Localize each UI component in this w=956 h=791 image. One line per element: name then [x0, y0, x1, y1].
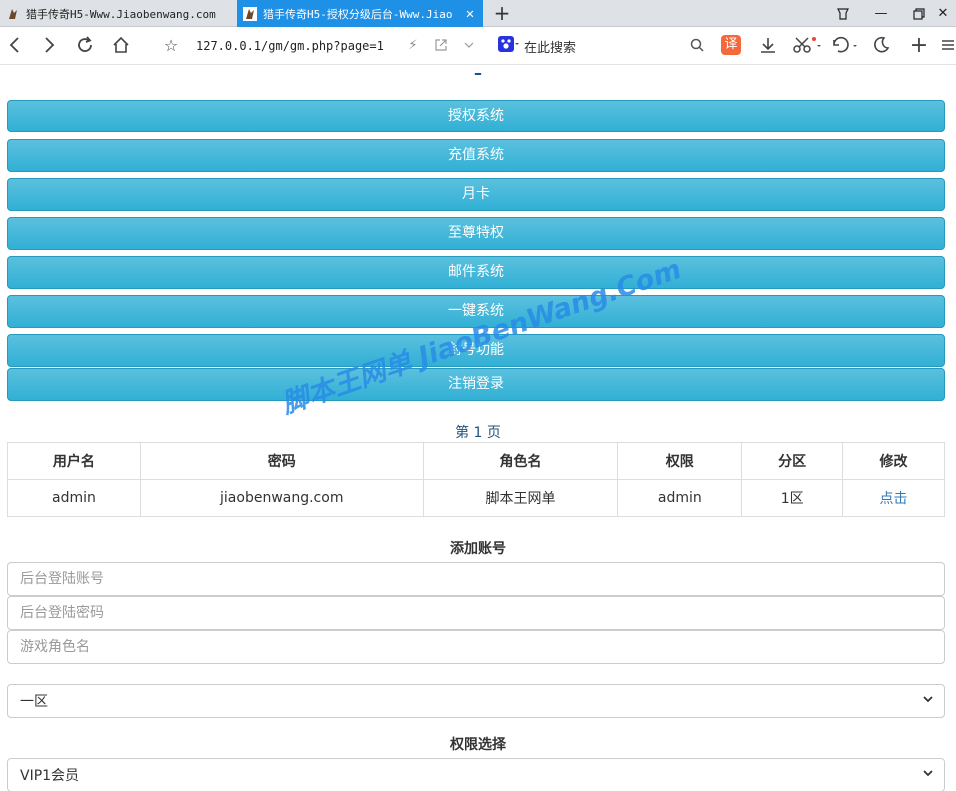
chevron-down-icon: [922, 693, 934, 709]
tab-bar: 猎手传奇H5-Www.Jiaobenwang.com 猎手传奇H5-授权分级后台…: [0, 0, 956, 27]
share-icon[interactable]: [428, 32, 454, 58]
zone-select-value: 一区: [20, 694, 48, 710]
add-icon[interactable]: +: [906, 32, 932, 58]
page-content: 授权系统 充值系统 月卡 至尊特权 邮件系统 一键系统 封号功能 注销登录 第 …: [0, 65, 956, 791]
bookmark-star-icon[interactable]: ☆: [158, 32, 184, 58]
paw-search-engine-icon[interactable]: [498, 36, 520, 56]
menu-button-supreme-privilege[interactable]: 至尊特权: [7, 217, 945, 250]
password-input[interactable]: [7, 596, 945, 630]
chevron-down-icon: [922, 767, 934, 783]
night-mode-moon-icon[interactable]: [868, 32, 894, 58]
chevron-down-icon[interactable]: [456, 32, 482, 58]
cell-edit: 点击: [842, 479, 945, 517]
browser-toolbar: ☆ 127.0.0.1/gm/gm.php?page=1 ⚡ 在此搜索 译 +: [0, 27, 956, 65]
menu-button-recharge[interactable]: 充值系统: [7, 139, 945, 172]
search-input[interactable]: 在此搜索: [524, 37, 576, 56]
page-indicator[interactable]: 第 1 页: [0, 422, 956, 442]
cell-permission: admin: [617, 479, 743, 517]
forward-icon[interactable]: [36, 32, 62, 58]
close-tab-icon[interactable]: ✕: [463, 6, 477, 22]
accounts-table: 用户名 密码 角色名 权限 分区 修改 admin jiaobenwang.co…: [7, 442, 945, 517]
lightning-icon[interactable]: ⚡: [400, 32, 426, 58]
menu-button-monthly-card[interactable]: 月卡: [7, 178, 945, 211]
close-window-icon[interactable]: ✕: [930, 0, 956, 27]
undo-icon[interactable]: [828, 32, 862, 58]
reload-icon[interactable]: [72, 32, 98, 58]
cell-password: jiaobenwang.com: [139, 479, 424, 517]
menu-button-logout[interactable]: 注销登录: [7, 368, 945, 401]
screenshot-scissors-icon[interactable]: [790, 32, 824, 58]
column-header-username: 用户名: [7, 442, 141, 480]
menu-button-one-click[interactable]: 一键系统: [7, 295, 945, 328]
minimize-icon[interactable]: —: [862, 0, 900, 27]
address-bar[interactable]: 127.0.0.1/gm/gm.php?page=1: [196, 36, 384, 56]
table-header-row: 用户名 密码 角色名 权限 分区 修改: [7, 442, 945, 480]
column-header-role: 角色名: [422, 442, 619, 480]
translate-icon[interactable]: 译: [718, 32, 744, 58]
back-icon[interactable]: [2, 32, 28, 58]
download-icon[interactable]: [755, 32, 781, 58]
table-row: admin jiaobenwang.com 脚本王网单 admin 1区 点击: [7, 479, 945, 517]
zone-select[interactable]: 一区: [7, 684, 945, 718]
column-header-zone: 分区: [741, 442, 844, 480]
permission-select-value: VIP1会员: [20, 768, 80, 784]
menu-button-authorization[interactable]: 授权系统: [7, 100, 945, 132]
tab-inactive[interactable]: 猎手传奇H5-Www.Jiaobenwang.com: [0, 0, 236, 27]
menu-icon[interactable]: [938, 32, 956, 58]
role-name-input[interactable]: [7, 630, 945, 664]
permission-title: 权限选择: [450, 737, 506, 753]
search-icon[interactable]: [684, 32, 710, 58]
home-icon[interactable]: [108, 32, 134, 58]
tab-active[interactable]: 猎手传奇H5-授权分级后台-Www.Jiao ✕: [237, 0, 483, 27]
cell-zone: 1区: [741, 479, 844, 517]
menu-button-ban[interactable]: 封号功能: [7, 334, 945, 367]
cell-username: admin: [7, 479, 141, 517]
site-favicon-icon: [243, 6, 257, 21]
tab-title: 猎手传奇H5-授权分级后台-Www.Jiao: [263, 7, 453, 21]
account-input[interactable]: [7, 562, 945, 596]
menu-button-mail[interactable]: 邮件系统: [7, 256, 945, 289]
cell-role: 脚本王网单: [422, 479, 619, 517]
add-account-title: 添加账号: [450, 541, 506, 557]
wardrobe-icon[interactable]: [824, 0, 862, 27]
page-title-cropped: [0, 65, 956, 77]
new-tab-icon[interactable]: +: [490, 2, 514, 24]
edit-link[interactable]: 点击: [880, 491, 908, 507]
tab-title: 猎手传奇H5-Www.Jiaobenwang.com: [26, 7, 216, 21]
column-header-password: 密码: [139, 442, 424, 480]
search-box[interactable]: 在此搜索: [498, 33, 712, 59]
column-header-permission: 权限: [617, 442, 743, 480]
site-favicon-icon: [6, 7, 20, 21]
column-header-edit: 修改: [842, 442, 945, 480]
permission-select[interactable]: VIP1会员: [7, 758, 945, 791]
